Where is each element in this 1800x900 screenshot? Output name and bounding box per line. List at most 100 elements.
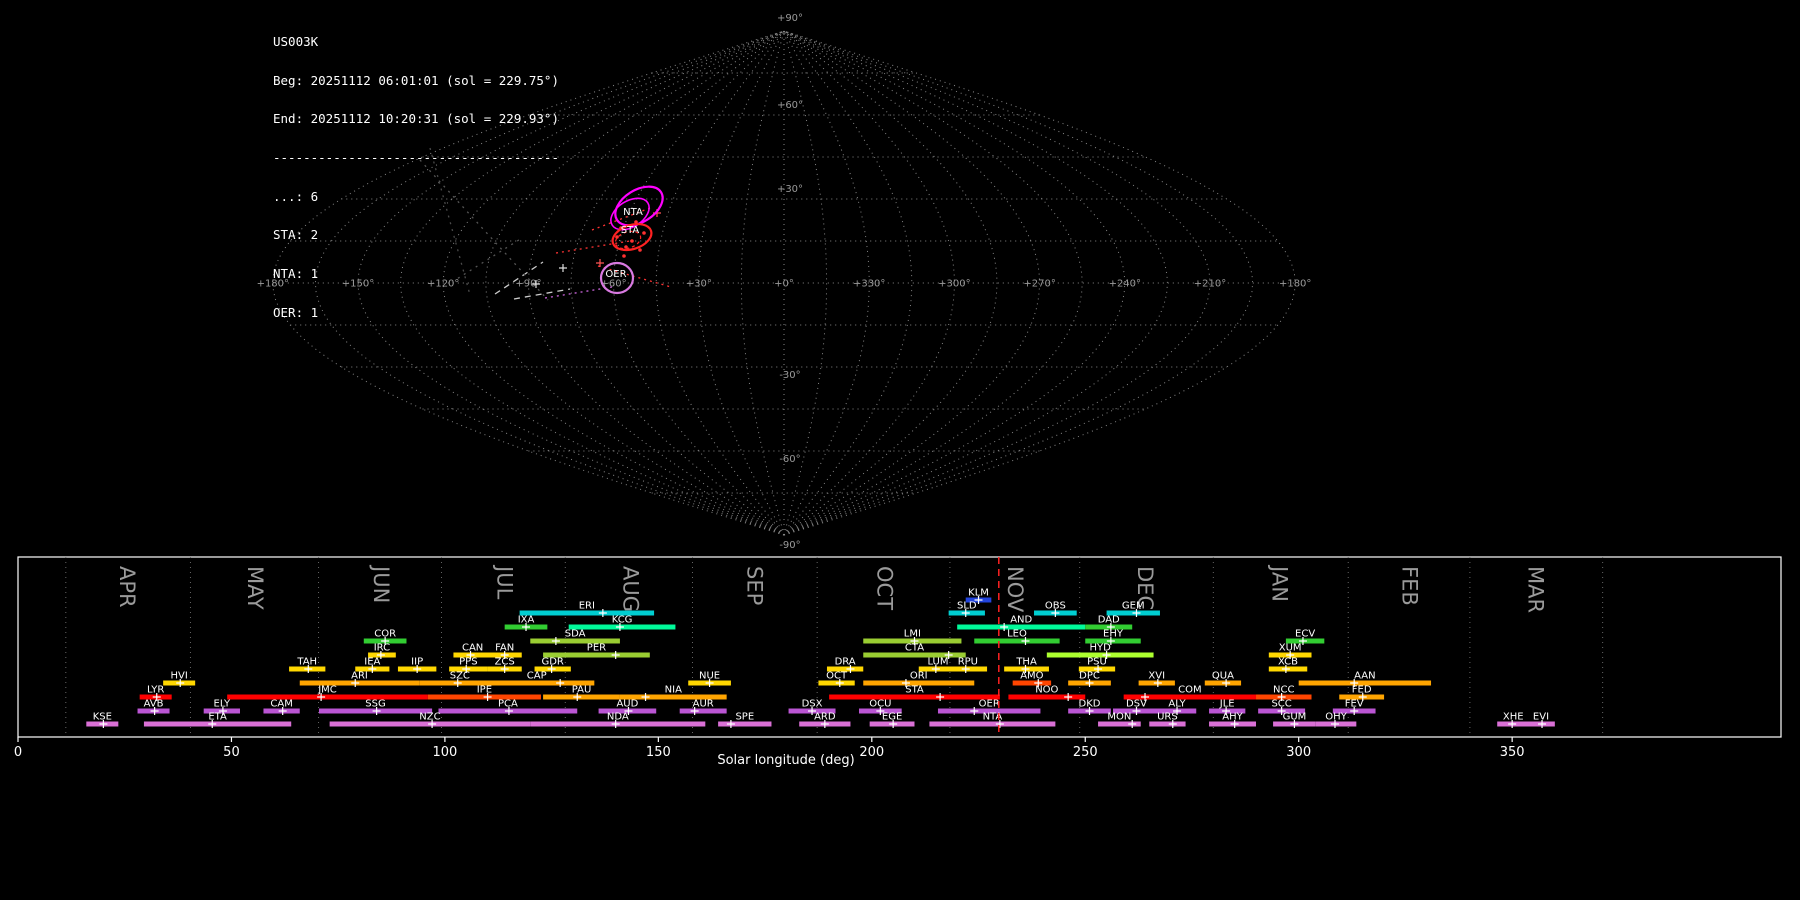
lat-label: +90°: [777, 13, 803, 24]
shower-bar-label-TAH: TAH: [296, 657, 317, 668]
peak-marker-STA: [936, 693, 945, 701]
shower-bar-label-PSU: PSU: [1087, 657, 1107, 668]
peak-marker-OER: [970, 707, 979, 715]
shower-bar-label-MON: MON: [1107, 712, 1131, 723]
lat-label: -90°: [779, 540, 800, 551]
lat-label: -60°: [779, 454, 800, 465]
shower-bar-label-SDA: SDA: [565, 629, 586, 640]
lat-label: +60°: [777, 100, 803, 111]
shower-bar-label-KCG: KCG: [612, 615, 633, 626]
peak-marker-SPE: [726, 720, 735, 728]
shower-bar-label-QUA: QUA: [1212, 671, 1234, 682]
end-time: End: 20251112 10:20:31 (sol = 229.93°): [273, 111, 559, 127]
month-label-SEP: SEP: [742, 566, 766, 605]
shower-bar-label-THA: THA: [1015, 657, 1037, 668]
month-label-JUL: JUL: [493, 564, 517, 600]
peak-marker-CAP: [556, 679, 565, 687]
shower-bar-label-PAU: PAU: [572, 685, 592, 696]
shower-bar-label-HYD: HYD: [1090, 643, 1112, 654]
shower-bar-label-AHY: AHY: [1222, 712, 1243, 723]
shower-bar-label-CAM: CAM: [270, 699, 292, 710]
shower-bar-label-NOO: NOO: [1035, 685, 1058, 696]
shower-bar-label-CTA: CTA: [905, 643, 924, 654]
month-label-JAN: JAN: [1267, 564, 1291, 602]
timeline-chart: APR MAY JUN JUL AUG SEP OCT NOV DEC JAN FEB MAR0 50 1…: [14, 556, 1782, 760]
station-id: US003K: [273, 33, 319, 49]
axis-tick-label: 100: [432, 745, 457, 760]
lon-label: +0°: [774, 279, 794, 290]
axis-tick-label: 350: [1500, 745, 1525, 760]
shower-bar-label-ECV: ECV: [1295, 629, 1315, 640]
shower-bar-label-LEO: LEO: [1007, 629, 1027, 640]
shower-bar-label-ERI: ERI: [579, 601, 595, 612]
shower-bar-label-NIA: NIA: [665, 685, 682, 696]
shower-bar-label-STA: STA: [905, 685, 924, 696]
lat-label: +30°: [777, 184, 803, 195]
axis-tick-label: 150: [646, 745, 671, 760]
month-label-MAY: MAY: [243, 566, 267, 610]
count-sta: STA: 2: [273, 227, 319, 243]
observation-header: US003K Beg: 20251112 06:01:01 (sol = 229…: [273, 10, 559, 346]
lon-label: +300°: [938, 279, 970, 290]
month-label-APR: APR: [115, 566, 139, 608]
radiant-dot: [642, 231, 646, 235]
shower-bar-label-LUM: LUM: [927, 657, 948, 668]
shower-bar-label-PPS: PPS: [459, 657, 477, 668]
radiant-dot: [630, 239, 634, 243]
begin-time: Beg: 20251112 06:01:01 (sol = 229.75°): [273, 72, 559, 88]
shower-bar-label-NCC: NCC: [1273, 685, 1294, 696]
lon-label: +270°: [1023, 279, 1055, 290]
shower-bar-label-AMO: AMO: [1020, 671, 1043, 682]
peak-marker-NIA: [641, 693, 650, 701]
count-nta: NTA: 1: [273, 266, 319, 282]
month-label-AUG: AUG: [619, 566, 643, 612]
shower-bar-label-SLD: SLD: [957, 601, 977, 612]
shower-map-label-NTA: NTA: [623, 207, 643, 218]
lon-label: +180°: [1279, 279, 1311, 290]
shower-bar-label-RPU: RPU: [958, 657, 978, 668]
shower-map-label-STA: STA: [621, 225, 640, 236]
shower-bar-label-XCB: XCB: [1278, 657, 1298, 668]
shower-bar-label-EVI: EVI: [1533, 712, 1549, 723]
shower-bar-label-NZC: NZC: [419, 712, 440, 723]
meteor-track: [555, 240, 631, 254]
grid-meridian: [783, 30, 1041, 536]
count-sporadic: ...: 6: [273, 188, 319, 204]
month-label-MAR: MAR: [1524, 566, 1548, 613]
shower-bar-label-COM: COM: [1178, 685, 1201, 696]
shower-bar-label-GEM: GEM: [1122, 601, 1145, 612]
shower-bar-label-LMI: LMI: [904, 629, 921, 640]
shower-bar-label-IRC: IRC: [374, 643, 390, 654]
shower-bar-label-URS: URS: [1157, 712, 1178, 723]
shower-bar-label-IPE: IPE: [477, 685, 492, 696]
shower-bar-label-ORI: ORI: [910, 671, 928, 682]
shower-bar-label-HVI: HVI: [170, 671, 187, 682]
month-label-NOV: NOV: [1003, 566, 1027, 613]
shower-bar-label-KSE: KSE: [93, 712, 112, 723]
shower-bar-label-DRA: DRA: [835, 657, 856, 668]
shower-bar-label-GDR: GDR: [541, 657, 563, 668]
radiant-dot: [622, 254, 626, 258]
axis-tick-label: 250: [1073, 745, 1098, 760]
radiant-dot: [638, 248, 642, 252]
shower-bar-label-AUD: AUD: [616, 699, 638, 710]
shower-bar-label-CAP: CAP: [527, 671, 547, 682]
shower-bar-label-OCT: OCT: [826, 671, 848, 682]
radiant-cross: [596, 259, 604, 267]
shower-bar-label-FED: FED: [1352, 685, 1372, 696]
shower-bar-label-OER: OER: [979, 699, 1000, 710]
lon-label: +210°: [1194, 279, 1226, 290]
axis-tick-label: 200: [859, 745, 884, 760]
radiant-cross: [559, 264, 567, 272]
lon-label: +330°: [853, 279, 885, 290]
plot-canvas: +180° +150° +120° +90° +60° +30° +0° +330° +300°…: [14, 13, 1782, 768]
shower-bar-label-AUR: AUR: [693, 699, 714, 710]
shower-bar-label-EGE: EGE: [882, 712, 902, 723]
axis-tick-label: 300: [1286, 745, 1311, 760]
grid-meridian: [655, 30, 785, 536]
shower-bar-label-AVB: AVB: [144, 699, 164, 710]
shower-bar-label-SZC: SZC: [450, 671, 470, 682]
shower-bar-label-XVI: XVI: [1148, 671, 1165, 682]
x-axis-label: Solar longitude (deg): [717, 753, 854, 768]
count-oer: OER: 1: [273, 304, 319, 320]
